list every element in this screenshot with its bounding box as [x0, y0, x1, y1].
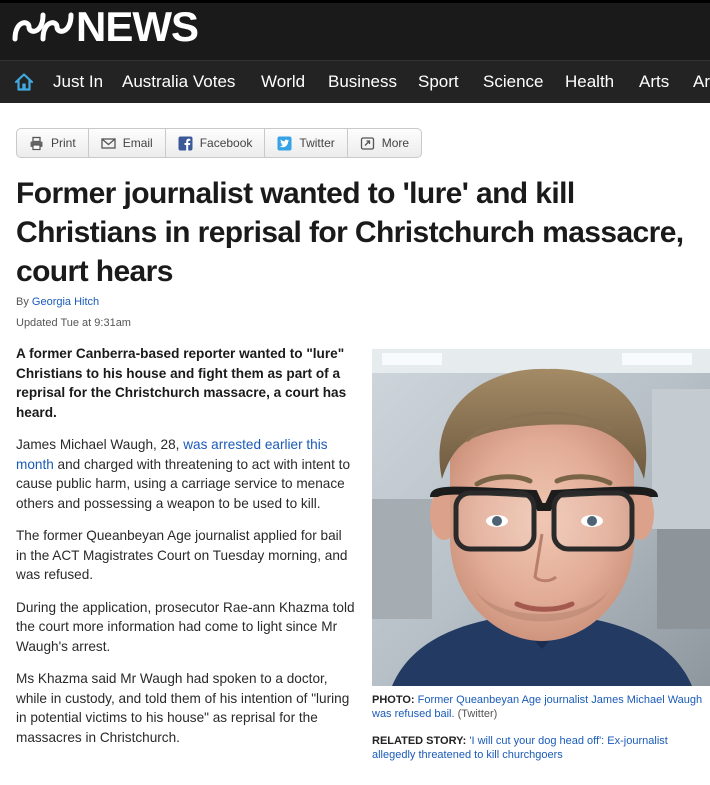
photo-label: PHOTO: — [372, 694, 415, 706]
abc-logo-icon — [12, 12, 74, 42]
envelope-icon — [101, 137, 116, 149]
print-button[interactable]: Print — [17, 129, 89, 157]
byline-prefix: By — [16, 296, 32, 308]
nav-item-truncated[interactable]: Ar — [693, 72, 710, 92]
printer-icon — [30, 136, 43, 150]
nav-item-health[interactable]: Health — [565, 72, 614, 92]
nav-item-sport[interactable]: Sport — [418, 72, 459, 92]
photo-credit: (Twitter) — [457, 708, 498, 720]
facebook-label: Facebook — [199, 136, 253, 150]
more-share-icon — [360, 136, 374, 150]
twitter-label: Twitter — [299, 136, 335, 150]
paragraph-3: During the application, prosecutor Rae-a… — [16, 599, 355, 654]
related-story: RELATED STORY: 'I will cut your dog head… — [372, 734, 706, 762]
abc-news-logo[interactable]: NEWS — [12, 3, 199, 50]
print-label: Print — [51, 136, 76, 150]
facebook-button[interactable]: Facebook — [166, 129, 266, 157]
related-story-label: RELATED STORY: — [372, 735, 467, 747]
more-label: More — [381, 136, 410, 150]
main-nav: Just In Australia Votes World Business S… — [0, 60, 710, 103]
home-icon[interactable] — [14, 72, 34, 92]
author-link[interactable]: Georgia Hitch — [32, 296, 99, 308]
paragraph-2: The former Queanbeyan Age journalist app… — [16, 528, 348, 582]
photo-caption: PHOTO: Former Queanbeyan Age journalist … — [372, 693, 706, 721]
twitter-button[interactable]: Twitter — [265, 129, 348, 157]
logo-wordmark: NEWS — [76, 3, 199, 50]
article-photo[interactable] — [372, 349, 710, 686]
twitter-icon — [277, 136, 292, 150]
email-label: Email — [122, 136, 153, 150]
p1-text-start: James Michael Waugh, 28, — [16, 437, 184, 452]
article-body: A former Canberra-based reporter wanted … — [16, 344, 356, 760]
article-headline: Former journalist wanted to 'lure' and k… — [16, 177, 684, 288]
nav-item-arts[interactable]: Arts — [639, 72, 669, 92]
nav-item-just-in[interactable]: Just In — [53, 72, 103, 92]
paragraph-1: James Michael Waugh, 28, was arrested ea… — [16, 435, 356, 513]
more-button[interactable]: More — [348, 129, 421, 157]
email-button[interactable]: Email — [89, 129, 166, 157]
paragraph-4: Ms Khazma said Mr Waugh had spoken to a … — [16, 671, 350, 745]
updated-timestamp: Updated Tue at 9:31am — [16, 317, 131, 329]
article-lede: A former Canberra-based reporter wanted … — [16, 346, 347, 420]
p1-text-end: and charged with threatening to act with… — [16, 456, 351, 511]
share-toolbar: Print Email Facebook Twitter More — [16, 128, 423, 158]
nav-item-australia-votes[interactable]: Australia Votes — [122, 72, 235, 92]
facebook-icon — [178, 136, 193, 151]
portrait-photo — [372, 349, 710, 686]
nav-item-business[interactable]: Business — [328, 72, 397, 92]
site-header: NEWS Just In Australia Votes World Busin… — [0, 0, 710, 103]
nav-item-science[interactable]: Science — [483, 72, 543, 92]
photo-caption-link[interactable]: Former Queanbeyan Age journalist James M… — [372, 694, 702, 720]
byline: By Georgia Hitch — [16, 296, 99, 308]
nav-item-world[interactable]: World — [261, 72, 305, 92]
